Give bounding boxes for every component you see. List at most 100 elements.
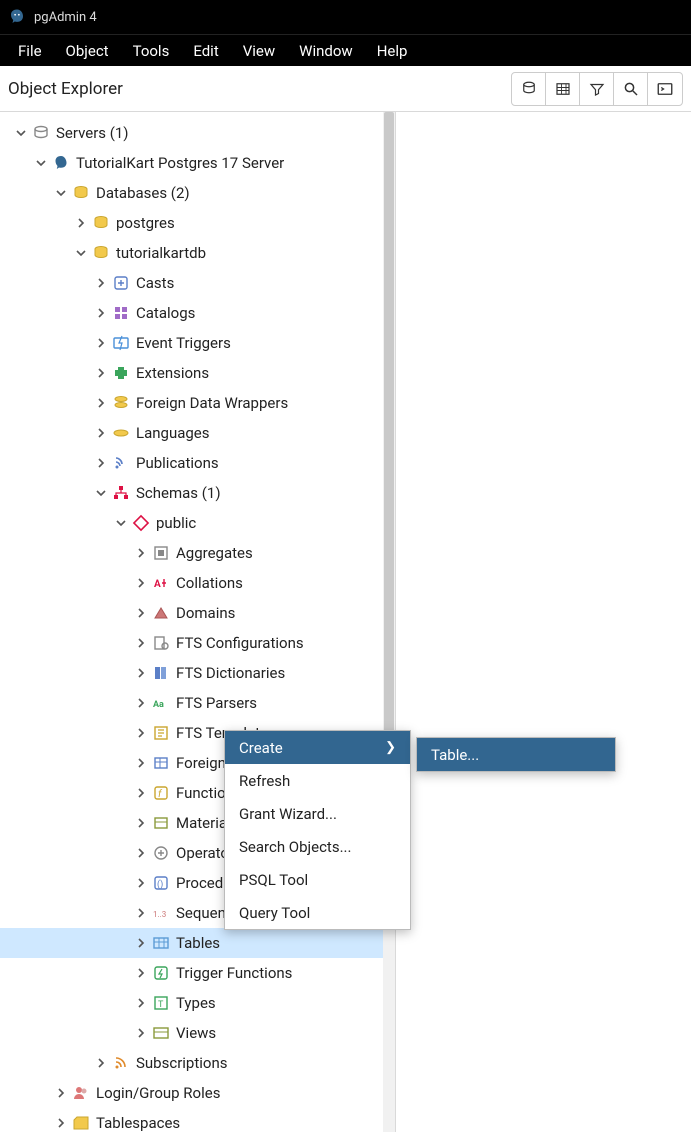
menu-help[interactable]: Help	[365, 36, 420, 66]
tree-views[interactable]: Views	[0, 1018, 395, 1048]
tablespaces-icon	[72, 1114, 90, 1132]
tree-label: Extensions	[136, 364, 209, 382]
tree-label: Tables	[176, 934, 220, 952]
database-icon	[92, 214, 110, 232]
publications-icon	[112, 454, 130, 472]
menu-view[interactable]: View	[231, 36, 287, 66]
chevron-right-icon	[134, 876, 148, 890]
tree-servers[interactable]: Servers (1)	[0, 118, 395, 148]
tree-label: postgres	[116, 214, 175, 232]
mat-views-icon	[152, 814, 170, 832]
tree-label: Foreign Data Wrappers	[136, 394, 288, 412]
tree-login-roles[interactable]: Login/Group Roles	[0, 1078, 395, 1108]
ctx-refresh[interactable]: Refresh	[225, 764, 410, 797]
chevron-right-icon	[134, 696, 148, 710]
tree-databases[interactable]: Databases (2)	[0, 178, 395, 208]
tree-event-triggers[interactable]: Event Triggers	[0, 328, 395, 358]
elephant-icon	[52, 154, 70, 172]
tree-catalogs[interactable]: Catalogs	[0, 298, 395, 328]
chevron-right-icon	[134, 906, 148, 920]
tree-db-postgres[interactable]: postgres	[0, 208, 395, 238]
scrollbar[interactable]	[383, 112, 395, 1132]
operators-icon	[152, 844, 170, 862]
filter-icon[interactable]	[580, 73, 614, 105]
database-icon[interactable]	[512, 73, 546, 105]
tree-domains[interactable]: Domains	[0, 598, 395, 628]
ctx-psql-tool[interactable]: PSQL Tool	[225, 863, 410, 896]
tree-tablespaces[interactable]: Tablespaces	[0, 1108, 395, 1132]
ctx-create[interactable]: Create❯	[225, 731, 410, 764]
tree-label: TutorialKart Postgres 17 Server	[76, 154, 284, 172]
ctx-search-objects[interactable]: Search Objects...	[225, 830, 410, 863]
fts-config-icon	[152, 634, 170, 652]
subscriptions-icon	[112, 1054, 130, 1072]
tree-collations[interactable]: ACollations	[0, 568, 395, 598]
tree-db-tutorialkartdb[interactable]: tutorialkartdb	[0, 238, 395, 268]
ctx-grant-wizard[interactable]: Grant Wizard...	[225, 797, 410, 830]
menubar: File Object Tools Edit View Window Help	[0, 34, 691, 66]
terminal-icon[interactable]	[648, 73, 682, 105]
table-icon[interactable]	[546, 73, 580, 105]
tree-label: Servers (1)	[56, 124, 129, 142]
schemas-icon	[112, 484, 130, 502]
chevron-right-icon	[134, 636, 148, 650]
search-icon[interactable]	[614, 73, 648, 105]
tree-trigger-functions[interactable]: Trigger Functions	[0, 958, 395, 988]
app-title: pgAdmin 4	[34, 10, 97, 25]
svg-text:(): ()	[157, 879, 163, 890]
tree-subscriptions[interactable]: Subscriptions	[0, 1048, 395, 1078]
chevron-right-icon	[94, 1056, 108, 1070]
chevron-right-icon	[94, 426, 108, 440]
tree-schema-public[interactable]: public	[0, 508, 395, 538]
tree-label: Catalogs	[136, 304, 195, 322]
chevron-right-icon	[134, 1026, 148, 1040]
tree-types[interactable]: T Types	[0, 988, 395, 1018]
chevron-right-icon	[54, 1116, 68, 1130]
tree-foreign-data-wrappers[interactable]: Foreign Data Wrappers	[0, 388, 395, 418]
tree: Servers (1) TutorialKart Postgres 17 Ser…	[0, 112, 395, 1132]
menu-file[interactable]: File	[6, 36, 54, 66]
tree-label: Views	[176, 1024, 216, 1042]
chevron-down-icon	[34, 156, 48, 170]
tree-extensions[interactable]: Extensions	[0, 358, 395, 388]
svg-text:A: A	[154, 579, 161, 590]
database-icon	[92, 244, 110, 262]
ctx-query-tool[interactable]: Query Tool	[225, 896, 410, 929]
tree-fts-parsers[interactable]: AaFTS Parsers	[0, 688, 395, 718]
menu-window[interactable]: Window	[287, 36, 365, 66]
tree-label: Types	[176, 994, 216, 1012]
tree-label: Domains	[176, 604, 235, 622]
ctx-label: Search Objects...	[239, 838, 351, 856]
scrollbar-thumb[interactable]	[384, 112, 394, 752]
submenu-table[interactable]: Table...	[417, 738, 615, 771]
menu-tools[interactable]: Tools	[121, 36, 182, 66]
event-triggers-icon	[112, 334, 130, 352]
svg-text:T: T	[158, 1000, 164, 1010]
chevron-down-icon	[74, 246, 88, 260]
chevron-down-icon	[94, 486, 108, 500]
tree-tables[interactable]: Tables	[0, 928, 395, 958]
tree-languages[interactable]: Languages	[0, 418, 395, 448]
chevron-down-icon	[54, 186, 68, 200]
tree-server-instance[interactable]: TutorialKart Postgres 17 Server	[0, 148, 395, 178]
chevron-right-icon	[134, 786, 148, 800]
sequences-icon: 1..3	[152, 904, 170, 922]
tree-publications[interactable]: Publications	[0, 448, 395, 478]
servers-icon	[32, 124, 50, 142]
tree-label: Subscriptions	[136, 1054, 227, 1072]
chevron-right-icon	[134, 936, 148, 950]
tree-aggregates[interactable]: Aggregates	[0, 538, 395, 568]
chevron-right-icon	[134, 546, 148, 560]
menu-edit[interactable]: Edit	[181, 36, 230, 66]
tree-fts-dictionaries[interactable]: FTS Dictionaries	[0, 658, 395, 688]
ctx-label: Grant Wizard...	[239, 805, 337, 823]
fts-parsers-icon: Aa	[152, 694, 170, 712]
tree-label: Languages	[136, 424, 210, 442]
menu-object[interactable]: Object	[54, 36, 121, 66]
tree-schemas[interactable]: Schemas (1)	[0, 478, 395, 508]
chevron-down-icon	[114, 516, 128, 530]
chevron-right-icon	[94, 396, 108, 410]
tree-casts[interactable]: Casts	[0, 268, 395, 298]
chevron-down-icon	[14, 126, 28, 140]
tree-fts-configurations[interactable]: FTS Configurations	[0, 628, 395, 658]
